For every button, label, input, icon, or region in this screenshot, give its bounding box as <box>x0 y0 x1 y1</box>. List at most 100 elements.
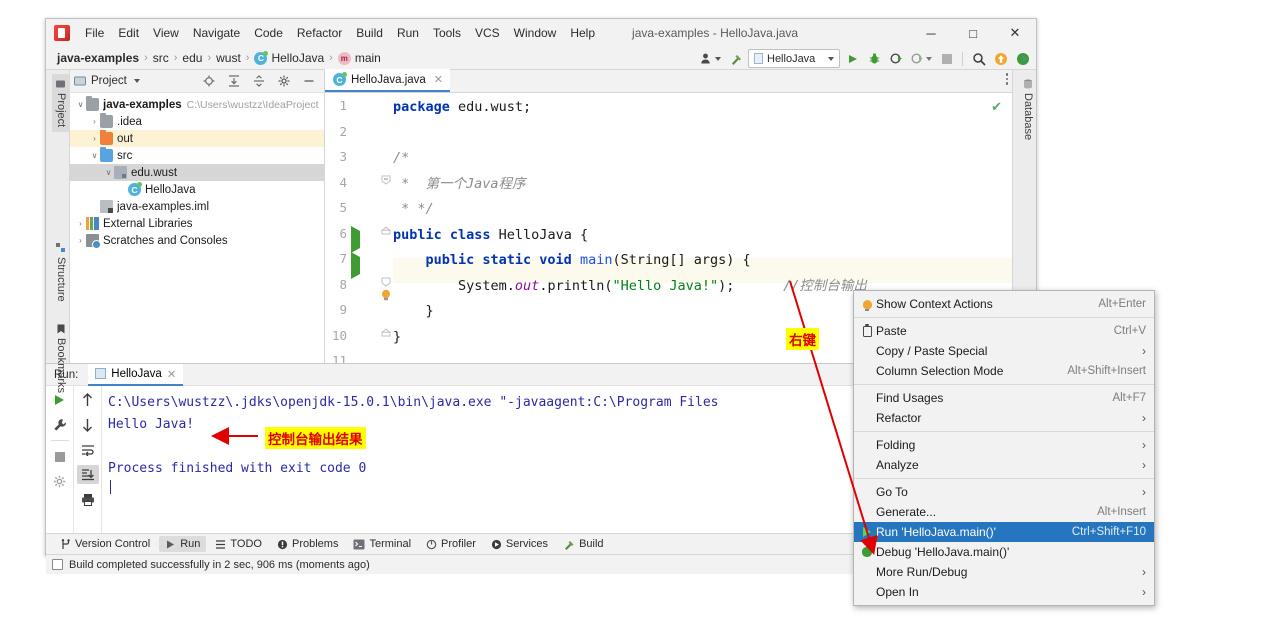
fold-marker-comment-start[interactable] <box>381 172 391 190</box>
menu-run[interactable]: Run <box>390 23 426 43</box>
collapse-all-icon[interactable] <box>249 72 268 91</box>
context-menu-item-column-selection-mode[interactable]: Column Selection Mode Alt+Shift+Insert <box>854 361 1154 381</box>
search-icon[interactable] <box>969 49 988 68</box>
toolwindow-button-todo[interactable]: TODO <box>209 536 268 552</box>
fold-marker-comment-end[interactable] <box>381 223 391 241</box>
code-line-1[interactable]: package edu.wust; <box>393 95 531 121</box>
breadcrumb-item-wust[interactable]: wust <box>213 51 244 65</box>
editor-tab-hellojava[interactable]: C HelloJava.java ✕ <box>325 69 451 92</box>
run-tab-hellojava[interactable]: HelloJava ✕ <box>88 363 184 386</box>
breadcrumb-item-java-examples[interactable]: java-examples <box>54 51 142 65</box>
tree-node-hellojava[interactable]: C HelloJava <box>70 181 324 198</box>
run-method-gutter-icon[interactable] <box>351 252 360 279</box>
inspection-status-icon[interactable]: ✔ <box>991 99 1002 115</box>
run-configuration-selector[interactable]: HelloJava <box>748 49 840 68</box>
tree-node-java-examples[interactable]: ∨ java-examples C:\Users\wustzz\IdeaProjec… <box>70 96 324 113</box>
print-icon[interactable] <box>77 490 99 509</box>
chevron-right-icon[interactable]: › <box>89 130 100 147</box>
breadcrumb-item-main[interactable]: m main <box>335 51 384 65</box>
scroll-to-end-icon[interactable] <box>76 465 99 484</box>
minimize-button[interactable]: ─ <box>910 19 952 47</box>
menu-build[interactable]: Build <box>349 23 390 43</box>
stripe-tab-bookmarks[interactable]: Bookmarks <box>52 320 70 398</box>
tree-node-src[interactable]: ∨ src <box>70 147 324 164</box>
tree-node-java-examples-iml[interactable]: java-examples.iml <box>70 198 324 215</box>
breadcrumb-item-edu[interactable]: edu <box>179 51 205 65</box>
fold-marker-method-end[interactable] <box>381 325 391 343</box>
profile-icon[interactable] <box>909 49 934 68</box>
context-menu-item-run-hellojava-main[interactable]: Run 'HelloJava.main()' Ctrl+Shift+F10 <box>854 522 1154 542</box>
maximize-button[interactable]: □ <box>952 19 994 47</box>
menu-view[interactable]: View <box>146 23 186 43</box>
code-line-7[interactable]: public static void main(String[] args) { <box>393 248 751 274</box>
editor-gutter[interactable]: 1 2 3 4 5 6 7 8 9 10 11 <box>325 93 393 363</box>
toolwindow-button-build[interactable]: Build <box>557 536 609 552</box>
menu-refactor[interactable]: Refactor <box>290 23 349 43</box>
settings-wrench-icon[interactable] <box>49 415 71 434</box>
context-menu-item-more-run-debug[interactable]: More Run/Debug › <box>854 562 1154 582</box>
tree-node-edu-wust[interactable]: ∨ edu.wust <box>70 164 324 181</box>
menu-file[interactable]: File <box>78 23 111 43</box>
update-project-icon[interactable] <box>991 49 1010 68</box>
context-menu-item-go-to[interactable]: Go To › <box>854 482 1154 502</box>
run-icon[interactable] <box>843 49 862 68</box>
toolwindow-button-version-control[interactable]: Version Control <box>54 536 156 552</box>
tree-node-scratches-and-consoles[interactable]: › Scratches and Consoles <box>70 232 324 249</box>
soft-wrap-icon[interactable] <box>77 440 99 459</box>
code-line-4[interactable]: * 第一个Java程序 <box>393 172 525 198</box>
code-line-8[interactable]: System.out.println("Hello Java!"); //控制台… <box>393 274 867 300</box>
menu-code[interactable]: Code <box>247 23 290 43</box>
breadcrumb-item-src[interactable]: src <box>150 51 172 65</box>
chevron-down-icon[interactable]: ∨ <box>89 147 100 164</box>
context-menu-item-debug-hellojava-main[interactable]: Debug 'HelloJava.main()' <box>854 542 1154 562</box>
context-menu-item-refactor[interactable]: Refactor › <box>854 408 1154 428</box>
context-menu-item-analyze[interactable]: Analyze › <box>854 455 1154 475</box>
git-commit-icon[interactable] <box>1013 49 1032 68</box>
chevron-down-icon[interactable] <box>133 79 140 83</box>
debug-gear-icon[interactable] <box>49 472 71 491</box>
context-menu-item-paste[interactable]: Paste Ctrl+V <box>854 321 1154 341</box>
menu-edit[interactable]: Edit <box>111 23 146 43</box>
intention-bulb-icon[interactable] <box>380 289 392 307</box>
chevron-right-icon[interactable]: › <box>75 232 86 249</box>
settings-gear-icon[interactable] <box>274 72 293 91</box>
context-menu-item-show-context-actions[interactable]: Show Context Actions Alt+Enter <box>854 294 1154 314</box>
expand-all-icon[interactable] <box>224 72 243 91</box>
tree-node--idea[interactable]: › .idea <box>70 113 324 130</box>
run-class-gutter-icon[interactable] <box>351 226 360 253</box>
toolwindow-button-run[interactable]: Run <box>159 536 207 552</box>
code-line-10[interactable]: } <box>393 325 401 351</box>
menu-window[interactable]: Window <box>507 23 564 43</box>
hammer-icon[interactable] <box>726 49 745 68</box>
locate-icon[interactable] <box>199 72 218 91</box>
toolwindow-button-problems[interactable]: Problems <box>271 536 344 552</box>
code-line-3[interactable]: /* <box>393 146 409 172</box>
stop-icon[interactable] <box>937 49 956 68</box>
down-icon[interactable] <box>77 415 99 434</box>
chevron-down-icon[interactable]: ∨ <box>103 164 114 181</box>
close-icon[interactable]: ✕ <box>167 367 177 381</box>
close-button[interactable]: ✕ <box>994 19 1036 47</box>
chevron-down-icon[interactable]: ∨ <box>75 96 86 113</box>
run-coverage-icon[interactable] <box>887 49 906 68</box>
toolwindow-button-terminal[interactable]: Terminal <box>347 536 417 552</box>
context-menu-item-folding[interactable]: Folding › <box>854 435 1154 455</box>
context-menu-item-generate[interactable]: Generate... Alt+Insert <box>854 502 1154 522</box>
menu-vcs[interactable]: VCS <box>468 23 507 43</box>
context-menu-item-find-usages[interactable]: Find Usages Alt+F7 <box>854 388 1154 408</box>
menu-tools[interactable]: Tools <box>426 23 468 43</box>
tree-node-external-libraries[interactable]: › External Libraries <box>70 215 324 232</box>
code-line-5[interactable]: * */ <box>393 197 434 223</box>
context-menu-item-copy-paste-special[interactable]: Copy / Paste Special › <box>854 341 1154 361</box>
breadcrumb-item-hellojava[interactable]: C HelloJava <box>251 50 327 65</box>
chevron-right-icon[interactable]: › <box>75 215 86 232</box>
toolwindow-button-profiler[interactable]: Profiler <box>420 536 482 552</box>
stripe-tab-project[interactable]: Project <box>52 74 70 133</box>
editor-context-menu[interactable]: Show Context Actions Alt+Enter Paste Ctrl+V… <box>853 290 1155 606</box>
code-line-6[interactable]: public class HelloJava { <box>393 223 588 249</box>
menu-help[interactable]: Help <box>563 23 602 43</box>
up-icon[interactable] <box>77 390 99 409</box>
user-icon[interactable] <box>698 49 723 68</box>
tree-node-out[interactable]: › out <box>70 130 324 147</box>
menu-navigate[interactable]: Navigate <box>186 23 247 43</box>
